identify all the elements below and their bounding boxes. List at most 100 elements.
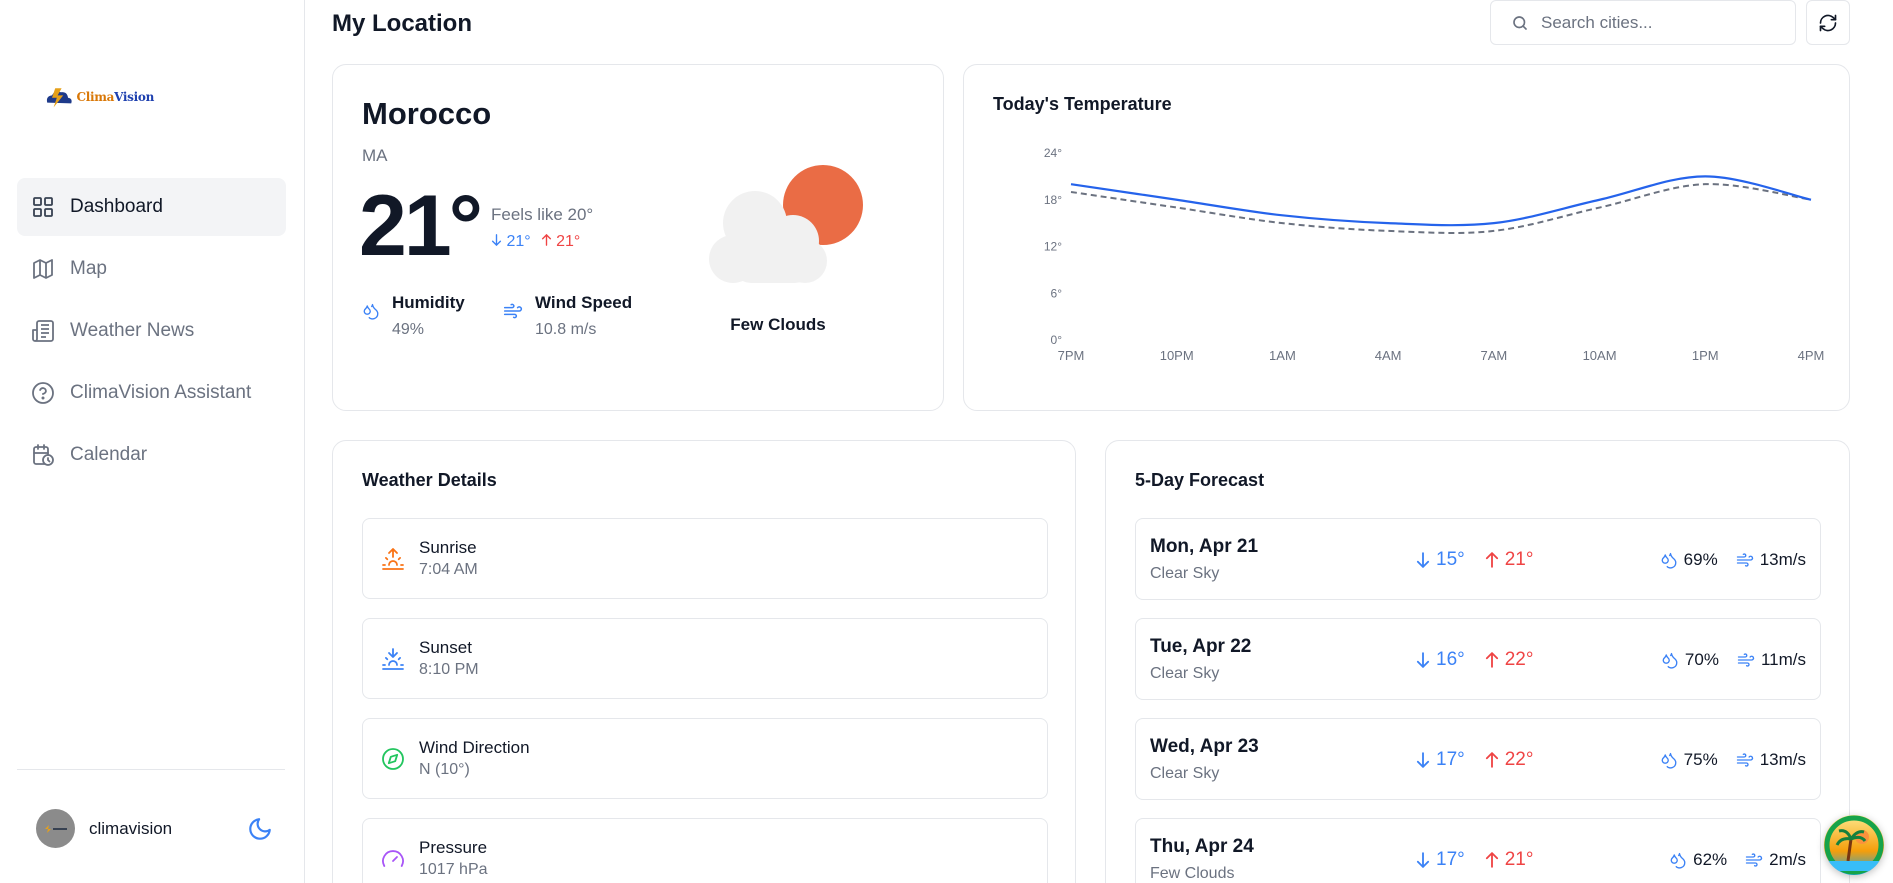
wind-icon [1745, 853, 1763, 867]
forecast-condition: Clear Sky [1150, 565, 1220, 582]
detail-label: Wind Direction [419, 738, 530, 757]
sidebar: ClimaVision Dashboard Map Weather News C… [0, 0, 305, 883]
forecast-condition: Clear Sky [1150, 765, 1220, 782]
current-weather-card: Morocco MA 21° Feels like 20° 21° 21° Hu… [332, 64, 944, 411]
theme-toggle-button[interactable] [245, 814, 275, 844]
detail-label: Sunset [419, 638, 472, 657]
x-tick-label: 1PM [1692, 348, 1719, 363]
forecast-temps: 15° 21° [1416, 549, 1533, 571]
x-tick-label: 10PM [1160, 348, 1194, 363]
sidebar-nav: Dashboard Map Weather News ClimaVision A… [17, 178, 286, 488]
user-profile[interactable]: climavision [36, 809, 172, 848]
sidebar-item-label: Dashboard [70, 196, 163, 217]
droplets-icon [1662, 652, 1678, 669]
forecast-humidity: 62% [1669, 850, 1727, 870]
avatar [36, 809, 75, 848]
detail-value: 1017 hPa [419, 861, 488, 878]
arrow-up-icon [1485, 652, 1498, 668]
forecast-max: 21° [1485, 849, 1533, 871]
wind-icon [1736, 553, 1753, 567]
x-tick-label: 4AM [1375, 348, 1402, 363]
sidebar-item-weather-news[interactable]: Weather News [17, 302, 286, 360]
arrow-down-icon [1416, 552, 1430, 568]
sidebar-item-map[interactable]: Map [17, 240, 286, 298]
temp-min: 21° [491, 233, 531, 251]
forecast-stats: 75% 13m/s [1660, 750, 1806, 770]
search-icon [1513, 15, 1527, 30]
y-tick-label: 0° [1051, 333, 1063, 347]
sidebar-item-label: ClimaVision Assistant [70, 382, 252, 403]
help-circle-icon [32, 382, 54, 404]
search-input[interactable] [1541, 12, 1781, 33]
arrow-up-icon [1485, 852, 1498, 868]
forecast-row: Thu, Apr 24 Few Clouds 17° 21° 62% 2m/s [1135, 818, 1821, 883]
sidebar-item-assistant[interactable]: ClimaVision Assistant [17, 364, 286, 422]
compass-icon [382, 747, 404, 770]
page-title: My Location [332, 10, 473, 37]
forecast-min: 16° [1416, 649, 1465, 671]
humidity-label: Humidity [392, 293, 465, 312]
arrow-down-icon [1416, 752, 1430, 768]
sidebar-item-label: Calendar [70, 444, 148, 465]
forecast-stats: 62% 2m/s [1669, 850, 1806, 870]
current-temperature: 21° [359, 178, 483, 274]
forecast-min: 15° [1416, 549, 1465, 571]
y-tick-label: 12° [1044, 240, 1062, 254]
wind-icon [503, 303, 523, 319]
forecast-row: Tue, Apr 22 Clear Sky 16° 22° 70% 11m/s [1135, 618, 1821, 700]
forecast-wind: 13m/s [1736, 550, 1806, 570]
forecast-stats: 69% 13m/s [1660, 550, 1806, 570]
forecast-min: 17° [1416, 849, 1465, 871]
forecast-max: 21° [1485, 549, 1533, 571]
forecast-row: Wed, Apr 23 Clear Sky 17° 22° 75% 13m/s [1135, 718, 1821, 800]
forecast-condition: Clear Sky [1150, 665, 1220, 682]
gauge-icon [382, 849, 404, 867]
forecast-max: 22° [1485, 649, 1533, 671]
sidebar-item-calendar[interactable]: Calendar [17, 426, 286, 484]
forecast-day: Wed, Apr 23 [1150, 736, 1259, 757]
forecast-temps: 16° 22° [1416, 649, 1533, 671]
sidebar-item-label: Weather News [70, 320, 195, 341]
droplets-icon [363, 303, 379, 320]
sidebar-item-dashboard[interactable]: Dashboard [17, 178, 286, 236]
x-tick-label: 4PM [1798, 348, 1825, 363]
arrow-down-icon [1416, 652, 1430, 668]
forecast-day: Tue, Apr 22 [1150, 636, 1252, 657]
detail-row-pressure: Pressure 1017 hPa [362, 818, 1048, 883]
sunrise-icon [382, 547, 404, 570]
detail-row-sunrise: Sunrise 7:04 AM [362, 518, 1048, 599]
refresh-button[interactable] [1806, 0, 1850, 45]
forecast-condition: Few Clouds [1150, 865, 1235, 882]
newspaper-icon [32, 320, 54, 342]
droplets-icon [1670, 852, 1686, 869]
y-tick-label: 6° [1051, 286, 1063, 300]
detail-label: Sunrise [419, 538, 477, 557]
y-tick-label: 24° [1044, 146, 1062, 160]
droplets-icon [1661, 552, 1677, 569]
forecast-humidity: 70% [1661, 650, 1719, 670]
details-title: Weather Details [362, 470, 497, 490]
arrow-down-icon [1416, 852, 1430, 868]
forecast-humidity: 69% [1660, 550, 1718, 570]
arrow-down-icon [491, 234, 502, 247]
detail-label: Pressure [419, 838, 488, 857]
refresh-icon [1819, 14, 1837, 31]
wind-speed-label: Wind Speed [535, 293, 633, 312]
droplets-icon [1661, 752, 1677, 769]
forecast-wind: 2m/s [1745, 850, 1806, 870]
logo-icon [46, 88, 72, 108]
feels-like: Feels like 20° [491, 205, 594, 224]
temp-range: 21° 21° [491, 233, 580, 251]
app-logo[interactable]: ClimaVision [44, 80, 154, 114]
wind-speed-value: 10.8 m/s [535, 321, 597, 338]
x-tick-label: 7PM [1058, 348, 1085, 363]
detail-value: N (10°) [419, 761, 470, 778]
assistant-fab-button[interactable] [1824, 815, 1884, 875]
search-box[interactable] [1490, 0, 1796, 45]
map-icon [33, 259, 53, 279]
grid-icon [33, 197, 53, 217]
arrow-up-icon [1485, 552, 1498, 568]
assistant-avatar-icon [1824, 815, 1884, 875]
forecast-min: 17° [1416, 749, 1465, 771]
forecast-temps: 17° 21° [1416, 849, 1533, 871]
